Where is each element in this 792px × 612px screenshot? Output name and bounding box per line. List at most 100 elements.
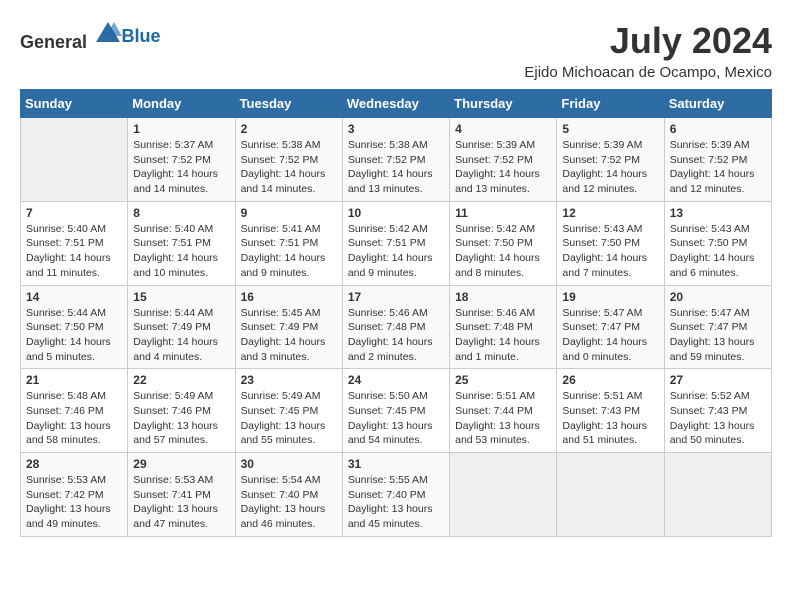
day-number: 20 (670, 290, 766, 304)
day-info: Sunrise: 5:55 AM Sunset: 7:40 PM Dayligh… (348, 473, 444, 532)
day-number: 30 (241, 457, 337, 471)
day-info: Sunrise: 5:46 AM Sunset: 7:48 PM Dayligh… (348, 306, 444, 365)
day-number: 26 (562, 373, 658, 387)
day-number: 8 (133, 206, 229, 220)
day-number: 1 (133, 122, 229, 136)
calendar-cell: 31 Sunrise: 5:55 AM Sunset: 7:40 PM Dayli… (342, 453, 449, 537)
day-info: Sunrise: 5:47 AM Sunset: 7:47 PM Dayligh… (670, 306, 766, 365)
calendar-cell: 12 Sunrise: 5:43 AM Sunset: 7:50 PM Dayli… (557, 201, 664, 285)
day-info: Sunrise: 5:43 AM Sunset: 7:50 PM Dayligh… (670, 222, 766, 281)
day-number: 15 (133, 290, 229, 304)
calendar-cell: 20 Sunrise: 5:47 AM Sunset: 7:47 PM Dayli… (664, 285, 771, 369)
day-info: Sunrise: 5:44 AM Sunset: 7:50 PM Dayligh… (26, 306, 122, 365)
calendar-cell: 6 Sunrise: 5:39 AM Sunset: 7:52 PM Daylig… (664, 118, 771, 202)
day-number: 6 (670, 122, 766, 136)
day-number: 12 (562, 206, 658, 220)
calendar-cell: 18Sunrise: 5:46 AM Sunset: 7:48 PM Dayli… (450, 285, 557, 369)
calendar-cell: 17 Sunrise: 5:46 AM Sunset: 7:48 PM Dayli… (342, 285, 449, 369)
calendar-cell: 8 Sunrise: 5:40 AM Sunset: 7:51 PM Daylig… (128, 201, 235, 285)
weekday-header: Wednesday (342, 90, 449, 118)
calendar-cell: 26 Sunrise: 5:51 AM Sunset: 7:43 PM Dayli… (557, 369, 664, 453)
day-number: 27 (670, 373, 766, 387)
logo-blue: Blue (122, 26, 161, 47)
calendar-cell (450, 453, 557, 537)
calendar-cell: 5 Sunrise: 5:39 AM Sunset: 7:52 PM Daylig… (557, 118, 664, 202)
calendar-cell: 25Sunrise: 5:51 AM Sunset: 7:44 PM Dayli… (450, 369, 557, 453)
logo: General Blue (20, 20, 161, 53)
calendar-cell: 7 Sunrise: 5:40 AM Sunset: 7:51 PM Daylig… (21, 201, 128, 285)
day-number: 31 (348, 457, 444, 471)
day-number: 10 (348, 206, 444, 220)
calendar-cell: 24 Sunrise: 5:50 AM Sunset: 7:45 PM Dayli… (342, 369, 449, 453)
day-number: 9 (241, 206, 337, 220)
day-number: 3 (348, 122, 444, 136)
calendar-cell: 11 Sunrise: 5:42 AM Sunset: 7:50 PM Dayli… (450, 201, 557, 285)
day-number: 17 (348, 290, 444, 304)
calendar-week-row: 14Sunrise: 5:44 AM Sunset: 7:50 PM Dayli… (21, 285, 772, 369)
day-info: Sunrise: 5:37 AM Sunset: 7:52 PM Dayligh… (133, 138, 229, 197)
day-info: Sunrise: 5:42 AM Sunset: 7:50 PM Dayligh… (455, 222, 551, 281)
day-info: Sunrise: 5:43 AM Sunset: 7:50 PM Dayligh… (562, 222, 658, 281)
day-info: Sunrise: 5:48 AM Sunset: 7:46 PM Dayligh… (26, 389, 122, 448)
day-info: Sunrise: 5:47 AM Sunset: 7:47 PM Dayligh… (562, 306, 658, 365)
day-info: Sunrise: 5:51 AM Sunset: 7:43 PM Dayligh… (562, 389, 658, 448)
day-number: 5 (562, 122, 658, 136)
calendar-cell: 28Sunrise: 5:53 AM Sunset: 7:42 PM Dayli… (21, 453, 128, 537)
day-number: 7 (26, 206, 122, 220)
calendar-cell (21, 118, 128, 202)
month-title: July 2024 (524, 20, 772, 62)
calendar-week-row: 1 Sunrise: 5:37 AM Sunset: 7:52 PM Daylig… (21, 118, 772, 202)
calendar-cell: 14Sunrise: 5:44 AM Sunset: 7:50 PM Dayli… (21, 285, 128, 369)
calendar-cell: 19 Sunrise: 5:47 AM Sunset: 7:47 PM Dayli… (557, 285, 664, 369)
day-info: Sunrise: 5:52 AM Sunset: 7:43 PM Dayligh… (670, 389, 766, 448)
day-info: Sunrise: 5:45 AM Sunset: 7:49 PM Dayligh… (241, 306, 337, 365)
calendar-cell: 27 Sunrise: 5:52 AM Sunset: 7:43 PM Dayli… (664, 369, 771, 453)
location-title: Ejido Michoacan de Ocampo, Mexico (524, 64, 772, 81)
day-number: 19 (562, 290, 658, 304)
day-info: Sunrise: 5:46 AM Sunset: 7:48 PM Dayligh… (455, 306, 551, 365)
day-info: Sunrise: 5:39 AM Sunset: 7:52 PM Dayligh… (670, 138, 766, 197)
calendar-week-row: 28Sunrise: 5:53 AM Sunset: 7:42 PM Dayli… (21, 453, 772, 537)
title-block: July 2024 Ejido Michoacan de Ocampo, Mex… (524, 20, 772, 81)
day-info: Sunrise: 5:50 AM Sunset: 7:45 PM Dayligh… (348, 389, 444, 448)
calendar-cell: 9 Sunrise: 5:41 AM Sunset: 7:51 PM Daylig… (235, 201, 342, 285)
weekday-header: Thursday (450, 90, 557, 118)
weekday-header: Saturday (664, 90, 771, 118)
calendar-cell: 15 Sunrise: 5:44 AM Sunset: 7:49 PM Dayli… (128, 285, 235, 369)
calendar-cell: 1 Sunrise: 5:37 AM Sunset: 7:52 PM Daylig… (128, 118, 235, 202)
calendar-cell: 3Sunrise: 5:38 AM Sunset: 7:52 PM Daylig… (342, 118, 449, 202)
day-info: Sunrise: 5:41 AM Sunset: 7:51 PM Dayligh… (241, 222, 337, 281)
calendar-cell: 23 Sunrise: 5:49 AM Sunset: 7:45 PM Dayli… (235, 369, 342, 453)
page-header: General Blue July 2024 Ejido Michoacan d… (20, 20, 772, 81)
logo-icon (94, 20, 122, 48)
day-number: 4 (455, 122, 551, 136)
calendar-cell: 4 Sunrise: 5:39 AM Sunset: 7:52 PM Daylig… (450, 118, 557, 202)
header-row: SundayMondayTuesdayWednesdayThursdayFrid… (21, 90, 772, 118)
weekday-header: Sunday (21, 90, 128, 118)
calendar-cell: 13Sunrise: 5:43 AM Sunset: 7:50 PM Dayli… (664, 201, 771, 285)
calendar-week-row: 21 Sunrise: 5:48 AM Sunset: 7:46 PM Dayli… (21, 369, 772, 453)
calendar-cell: 29Sunrise: 5:53 AM Sunset: 7:41 PM Dayli… (128, 453, 235, 537)
calendar-cell: 21 Sunrise: 5:48 AM Sunset: 7:46 PM Dayli… (21, 369, 128, 453)
day-number: 24 (348, 373, 444, 387)
day-info: Sunrise: 5:40 AM Sunset: 7:51 PM Dayligh… (26, 222, 122, 281)
day-number: 16 (241, 290, 337, 304)
day-info: Sunrise: 5:53 AM Sunset: 7:42 PM Dayligh… (26, 473, 122, 532)
calendar-cell (557, 453, 664, 537)
day-info: Sunrise: 5:49 AM Sunset: 7:45 PM Dayligh… (241, 389, 337, 448)
day-number: 2 (241, 122, 337, 136)
calendar-cell (664, 453, 771, 537)
day-number: 23 (241, 373, 337, 387)
calendar-cell: 30 Sunrise: 5:54 AM Sunset: 7:40 PM Dayli… (235, 453, 342, 537)
day-info: Sunrise: 5:39 AM Sunset: 7:52 PM Dayligh… (562, 138, 658, 197)
calendar-table: SundayMondayTuesdayWednesdayThursdayFrid… (20, 89, 772, 537)
day-info: Sunrise: 5:54 AM Sunset: 7:40 PM Dayligh… (241, 473, 337, 532)
day-info: Sunrise: 5:44 AM Sunset: 7:49 PM Dayligh… (133, 306, 229, 365)
day-number: 11 (455, 206, 551, 220)
day-info: Sunrise: 5:39 AM Sunset: 7:52 PM Dayligh… (455, 138, 551, 197)
calendar-cell: 2Sunrise: 5:38 AM Sunset: 7:52 PM Daylig… (235, 118, 342, 202)
day-number: 21 (26, 373, 122, 387)
calendar-week-row: 7 Sunrise: 5:40 AM Sunset: 7:51 PM Daylig… (21, 201, 772, 285)
day-info: Sunrise: 5:40 AM Sunset: 7:51 PM Dayligh… (133, 222, 229, 281)
weekday-header: Friday (557, 90, 664, 118)
